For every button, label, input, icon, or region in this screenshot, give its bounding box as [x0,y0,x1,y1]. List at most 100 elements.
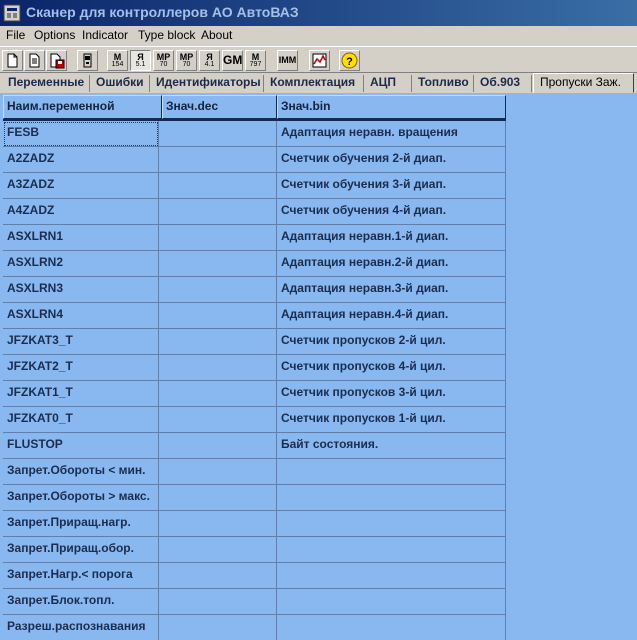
column-header-name[interactable]: Наим.переменной [3,95,162,119]
cell-name[interactable]: Разреш.распознавания [3,615,159,640]
menu-type-block[interactable]: Type block [138,28,195,42]
cell-bin[interactable]: Байт состояния. [277,433,506,459]
cell-bin[interactable]: Адаптация неравн. вращения [277,121,506,147]
cell-bin[interactable] [277,563,506,589]
table-row[interactable]: ASXLRN2 Адаптация неравн.2-й диап. [3,251,506,277]
cell-bin[interactable]: Счетчик пропусков 4-й цил. [277,355,506,381]
save-document-button[interactable] [46,50,67,71]
device-button[interactable] [77,50,98,71]
tab-errors[interactable]: Ошибки [90,75,150,92]
table-row[interactable]: A4ZADZ Счетчик обучения 4-й диап. [3,199,506,225]
tab-variables[interactable]: Переменные [2,75,90,92]
cell-name[interactable]: A2ZADZ [3,147,159,173]
cell-bin[interactable]: Счетчик обучения 3-й диап. [277,173,506,199]
cell-dec[interactable] [159,173,277,199]
menu-file[interactable]: File [6,28,25,42]
table-row[interactable]: Разреш.распознавания [3,615,506,640]
new-document-button[interactable] [2,50,23,71]
cell-dec[interactable] [159,407,277,433]
table-row[interactable]: Запрет.Приращ.обор. [3,537,506,563]
cell-dec[interactable] [159,251,277,277]
cell-dec[interactable] [159,511,277,537]
tab-configuration[interactable]: Комплектация [264,75,364,92]
cell-name[interactable]: ASXLRN1 [3,225,159,251]
cell-dec[interactable] [159,225,277,251]
ecu-gm-button[interactable]: GM [222,50,243,71]
cell-bin[interactable] [277,615,506,640]
table-row[interactable]: JFZKAT1_T Счетчик пропусков 3-й цил. [3,381,506,407]
cell-bin[interactable]: Адаптация неравн.2-й диап. [277,251,506,277]
cell-dec[interactable] [159,303,277,329]
cell-dec[interactable] [159,589,277,615]
cell-name[interactable]: Запрет.Приращ.нагр. [3,511,159,537]
cell-dec[interactable] [159,563,277,589]
cell-name[interactable]: JFZKAT0_T [3,407,159,433]
ecu-ya41-button[interactable]: Я 4.1 [199,50,220,71]
menu-indicator[interactable]: Indicator [82,28,128,42]
title-bar[interactable]: Сканер для контроллеров АО АвтоВАЗ [0,0,637,26]
cell-dec[interactable] [159,329,277,355]
column-header-bin[interactable]: Знач.bin [277,95,506,119]
cell-name[interactable]: ASXLRN3 [3,277,159,303]
menu-about[interactable]: About [201,28,232,42]
ecu-m797-button[interactable]: M 797 [245,50,266,71]
cell-dec[interactable] [159,485,277,511]
chart-button[interactable] [309,50,330,71]
cell-bin[interactable]: Счетчик пропусков 1-й цил. [277,407,506,433]
cell-bin[interactable] [277,459,506,485]
cell-name[interactable]: FLUSTOP [3,433,159,459]
cell-bin[interactable] [277,537,506,563]
ecu-mp70-button[interactable]: MP 70 [153,50,174,71]
table-row[interactable]: A3ZADZ Счетчик обучения 3-й диап. [3,173,506,199]
tab-identifiers[interactable]: Идентификаторы [150,75,264,92]
cell-name[interactable]: Запрет.Обороты > макс. [3,485,159,511]
table-row[interactable]: Запрет.Обороты > макс. [3,485,506,511]
table-row[interactable]: ASXLRN4 Адаптация неравн.4-й диап. [3,303,506,329]
cell-dec[interactable] [159,459,277,485]
cell-name[interactable]: FESB [3,121,159,147]
cell-dec[interactable] [159,381,277,407]
cell-name[interactable]: A3ZADZ [3,173,159,199]
cell-bin[interactable]: Адаптация неравн.4-й диап. [277,303,506,329]
cell-dec[interactable] [159,277,277,303]
open-document-button[interactable] [24,50,45,71]
cell-bin[interactable]: Счетчик пропусков 2-й цил. [277,329,506,355]
cell-dec[interactable] [159,433,277,459]
help-button[interactable]: ? [339,50,360,71]
table-row[interactable]: ASXLRN3 Адаптация неравн.3-й диап. [3,277,506,303]
cell-bin[interactable]: Адаптация неравн.1-й диап. [277,225,506,251]
cell-name[interactable]: Запрет.Блок.топл. [3,589,159,615]
cell-name[interactable]: ASXLRN4 [3,303,159,329]
table-row[interactable]: JFZKAT3_T Счетчик пропусков 2-й цил. [3,329,506,355]
table-row[interactable]: Запрет.Обороты < мин. [3,459,506,485]
cell-bin[interactable] [277,589,506,615]
cell-dec[interactable] [159,355,277,381]
ecu-m154-button[interactable]: M 154 [107,50,128,71]
cell-dec[interactable] [159,121,277,147]
cell-dec[interactable] [159,147,277,173]
cell-name[interactable]: JFZKAT3_T [3,329,159,355]
ecu-mp70-b-button[interactable]: MP 70 [176,50,197,71]
table-row[interactable]: JFZKAT0_T Счетчик пропусков 1-й цил. [3,407,506,433]
cell-bin[interactable] [277,485,506,511]
table-row[interactable]: Запрет.Нагр.< порога [3,563,506,589]
tab-misfire[interactable]: Пропуски Заж. [533,73,634,93]
table-row[interactable]: FESB Адаптация неравн. вращения [3,121,506,147]
column-header-dec[interactable]: Знач.dec [162,95,277,119]
cell-name[interactable]: A4ZADZ [3,199,159,225]
tab-adc[interactable]: АЦП [364,75,412,92]
cell-name[interactable]: ASXLRN2 [3,251,159,277]
cell-dec[interactable] [159,537,277,563]
cell-bin[interactable] [277,511,506,537]
tab-fuel[interactable]: Топливо [412,75,474,92]
ecu-ya51-button[interactable]: Я 5.1 [130,50,151,71]
tab-rpm[interactable]: Об.903 [474,75,532,92]
menu-options[interactable]: Options [34,28,75,42]
immo-button[interactable]: IMM [277,50,298,71]
cell-bin[interactable]: Счетчик обучения 2-й диап. [277,147,506,173]
cell-name[interactable]: Запрет.Нагр.< порога [3,563,159,589]
cell-name[interactable]: JFZKAT2_T [3,355,159,381]
cell-bin[interactable]: Счетчик пропусков 3-й цил. [277,381,506,407]
cell-name[interactable]: Запрет.Приращ.обор. [3,537,159,563]
table-row[interactable]: Запрет.Блок.топл. [3,589,506,615]
